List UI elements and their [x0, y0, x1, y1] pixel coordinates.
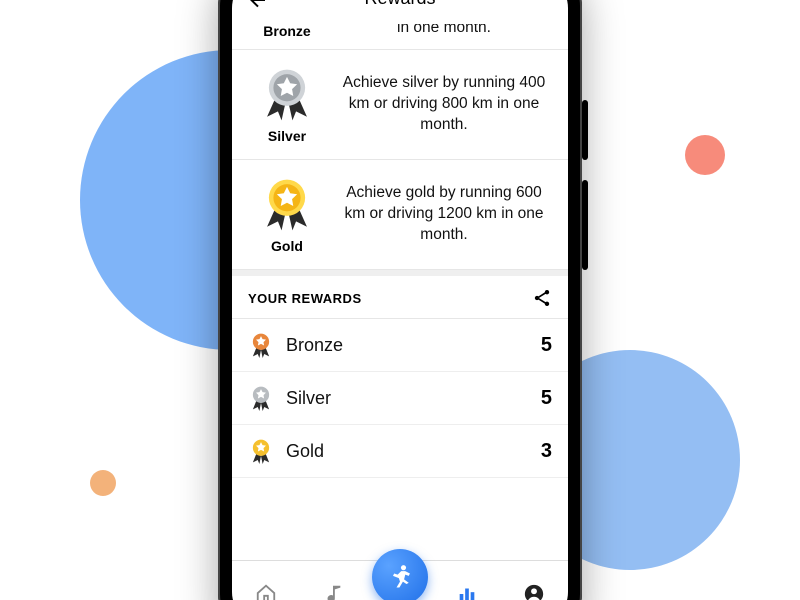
reward-count: 5: [541, 334, 552, 357]
phone-screen: Rewards Bronze in one month.: [232, 0, 568, 600]
reward-name: Bronze: [286, 335, 343, 356]
tier-description: in one month.: [340, 24, 552, 39]
music-note-icon: [322, 583, 344, 600]
tier-label: Gold: [271, 238, 303, 254]
gold-medal-icon: [258, 176, 316, 234]
reward-row-bronze[interactable]: Bronze 5: [232, 319, 568, 372]
home-icon: [255, 583, 277, 600]
phone-frame: Rewards Bronze in one month.: [218, 0, 582, 600]
running-icon: [386, 563, 414, 591]
bronze-medal-icon: [248, 332, 274, 358]
tab-profile[interactable]: Profile: [501, 583, 568, 600]
phone-side-button: [582, 100, 588, 160]
reward-name: Silver: [286, 388, 331, 409]
tier-description: Achieve gold by running 600 km or drivin…: [340, 183, 552, 246]
tab-run[interactable]: .: [366, 575, 433, 600]
bg-circle-small-orange: [90, 470, 116, 496]
gold-medal-icon: [248, 438, 274, 464]
section-title: YOUR REWARDS: [248, 291, 362, 306]
tier-row-silver: Silver Achieve silver by running 400 km …: [232, 50, 568, 160]
profile-icon: [523, 583, 545, 600]
back-button[interactable]: [246, 0, 270, 12]
bar-chart-icon: [456, 583, 478, 600]
reward-count: 5: [541, 387, 552, 410]
page-title: Rewards: [364, 0, 435, 9]
reward-row-silver[interactable]: Silver 5: [232, 372, 568, 425]
silver-medal-icon: [248, 385, 274, 411]
tab-music[interactable]: Music: [299, 583, 366, 600]
reward-count: 3: [541, 440, 552, 463]
share-icon[interactable]: [532, 288, 552, 308]
tier-label: Silver: [268, 128, 306, 144]
tab-feed[interactable]: Feed: [232, 583, 299, 600]
arrow-left-icon: [246, 0, 270, 12]
your-rewards-header: YOUR REWARDS: [232, 270, 568, 319]
phone-side-button: [582, 180, 588, 270]
tier-description: Achieve silver by running 400 km or driv…: [340, 73, 552, 136]
tier-row-bronze: Bronze in one month.: [232, 24, 568, 50]
bg-circle-small-coral: [685, 135, 725, 175]
tab-progress[interactable]: Progress: [434, 583, 501, 600]
app-header: Rewards: [232, 0, 568, 24]
scroll-area[interactable]: Bronze in one month.: [232, 24, 568, 560]
tier-label: Bronze: [263, 24, 310, 39]
reward-row-gold[interactable]: Gold 3: [232, 425, 568, 478]
tab-bar: Feed Music .: [232, 560, 568, 600]
reward-name: Gold: [286, 441, 324, 462]
silver-medal-icon: [258, 66, 316, 124]
tier-row-gold: Gold Achieve gold by running 600 km or d…: [232, 160, 568, 270]
